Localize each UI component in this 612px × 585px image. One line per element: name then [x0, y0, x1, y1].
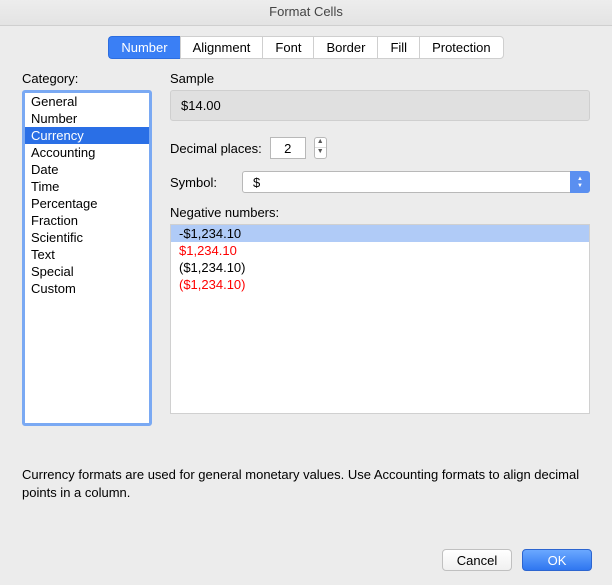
decimal-places-input[interactable] — [270, 137, 306, 159]
negative-format-option[interactable]: -$1,234.10 — [171, 225, 589, 242]
category-item-accounting[interactable]: Accounting — [25, 144, 149, 161]
category-item-number[interactable]: Number — [25, 110, 149, 127]
negative-format-option[interactable]: ($1,234.10) — [171, 276, 589, 293]
stepper-up-icon[interactable]: ▲ — [315, 138, 326, 148]
category-list[interactable]: GeneralNumberCurrencyAccountingDateTimeP… — [22, 90, 152, 426]
symbol-label: Symbol: — [170, 175, 234, 190]
category-label: Category: — [22, 71, 152, 86]
category-item-special[interactable]: Special — [25, 263, 149, 280]
negative-format-option[interactable]: $1,234.10 — [171, 242, 589, 259]
category-item-percentage[interactable]: Percentage — [25, 195, 149, 212]
category-item-text[interactable]: Text — [25, 246, 149, 263]
category-item-scientific[interactable]: Scientific — [25, 229, 149, 246]
category-description: Currency formats are used for general mo… — [22, 466, 590, 502]
tab-font[interactable]: Font — [262, 36, 313, 59]
symbol-select[interactable]: $ — [242, 171, 590, 193]
tab-protection[interactable]: Protection — [419, 36, 504, 59]
category-item-custom[interactable]: Custom — [25, 280, 149, 297]
category-item-general[interactable]: General — [25, 93, 149, 110]
category-item-currency[interactable]: Currency — [25, 127, 149, 144]
category-item-time[interactable]: Time — [25, 178, 149, 195]
decimal-places-stepper[interactable]: ▲ ▼ — [314, 137, 327, 159]
tab-fill[interactable]: Fill — [377, 36, 419, 59]
tab-number[interactable]: Number — [108, 36, 179, 59]
negative-numbers-list[interactable]: -$1,234.10$1,234.10($1,234.10)($1,234.10… — [170, 224, 590, 414]
tab-bar: Number Alignment Font Border Fill Protec… — [22, 36, 590, 59]
window-title: Format Cells — [0, 0, 612, 26]
stepper-down-icon[interactable]: ▼ — [315, 148, 326, 158]
ok-button[interactable]: OK — [522, 549, 592, 571]
negative-format-option[interactable]: ($1,234.10) — [171, 259, 589, 276]
tab-border[interactable]: Border — [313, 36, 377, 59]
decimal-places-label: Decimal places: — [170, 141, 262, 156]
symbol-value: $ — [253, 175, 260, 190]
category-item-date[interactable]: Date — [25, 161, 149, 178]
category-item-fraction[interactable]: Fraction — [25, 212, 149, 229]
select-arrows-icon[interactable]: ▲▼ — [570, 171, 590, 193]
cancel-button[interactable]: Cancel — [442, 549, 512, 571]
tab-alignment[interactable]: Alignment — [180, 36, 263, 59]
sample-value: $14.00 — [170, 90, 590, 121]
negative-numbers-label: Negative numbers: — [170, 205, 590, 220]
sample-label: Sample — [170, 71, 590, 86]
